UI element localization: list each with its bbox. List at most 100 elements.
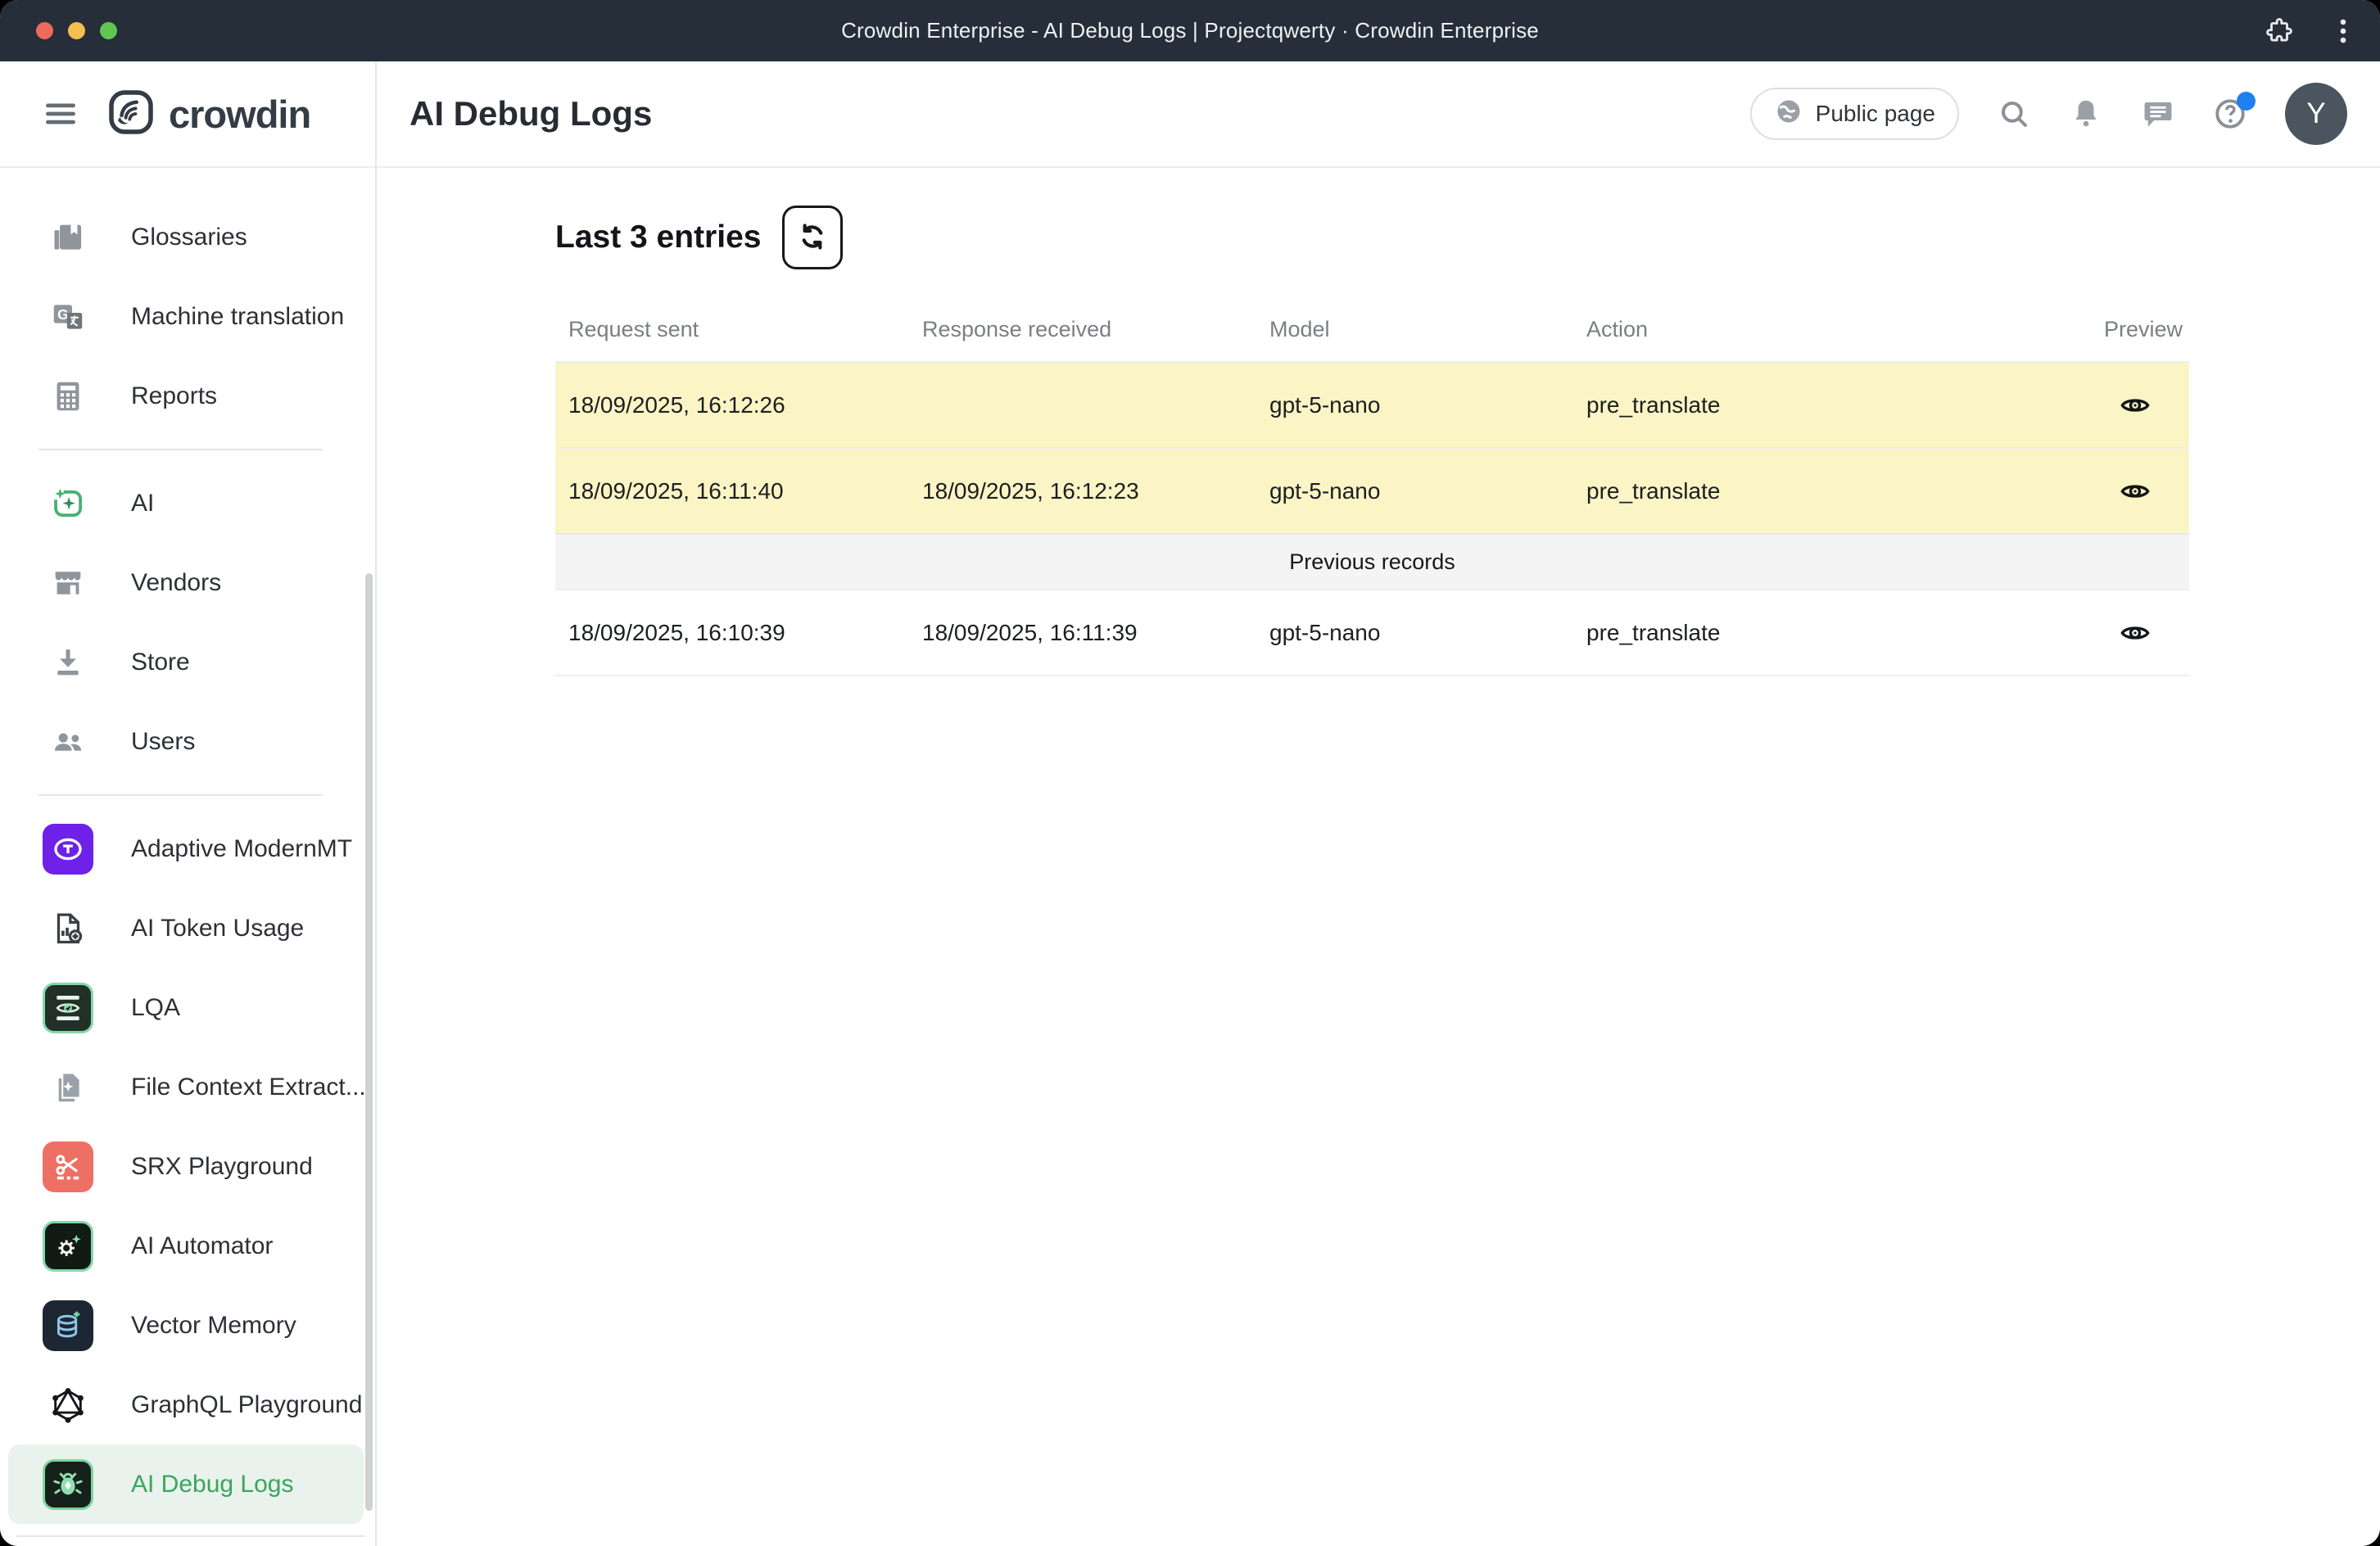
vector-memory-icon (43, 1300, 93, 1351)
sidebar-item-users[interactable]: Users (8, 702, 364, 781)
srx-playground-icon (43, 1141, 93, 1192)
eye-icon (2119, 389, 2152, 422)
svg-text:G: G (57, 305, 68, 322)
crowdin-wordmark: crowdin (169, 92, 310, 137)
sidebar-item-machine-translation[interactable]: G Machine translation (8, 277, 364, 356)
close-window-button[interactable] (36, 22, 53, 39)
zoom-window-button[interactable] (100, 22, 117, 39)
sidebar-item-file-context-extract[interactable]: File Context Extract... (8, 1047, 364, 1127)
cell-request-sent: 18/09/2025, 16:10:39 (555, 620, 909, 646)
browser-menu-kebab-icon[interactable] (2328, 16, 2359, 47)
minimize-window-button[interactable] (68, 22, 85, 39)
cell-request-sent: 18/09/2025, 16:12:26 (555, 392, 909, 418)
cell-model: gpt-5-nano (1256, 478, 1573, 504)
debug-logs-table: Request sentResponse receivedModelAction… (555, 297, 2189, 676)
sidebar-item-vendors[interactable]: Vendors (8, 543, 364, 622)
help-button[interactable] (2213, 97, 2247, 131)
sidebar-item-ai-token-usage[interactable]: AI Token Usage (8, 888, 364, 968)
cell-model: gpt-5-nano (1256, 392, 1573, 418)
cell-action: pre_translate (1573, 620, 2032, 646)
table-bottom-border (555, 675, 2189, 676)
reports-icon (43, 371, 93, 422)
window-controls (36, 0, 117, 61)
messages-button[interactable] (2141, 97, 2175, 131)
browser-tab-title: Crowdin Enterprise - AI Debug Logs | Pro… (841, 18, 1539, 43)
sidebar-item-label: SRX Playground (131, 1153, 313, 1181)
sidebar-item-ai[interactable]: AI (8, 463, 364, 543)
sidebar-scrollbar[interactable] (365, 573, 373, 1511)
sidebar-nav: Glossaries G Machine translation Reports… (0, 168, 375, 1524)
preview-button[interactable] (2119, 617, 2189, 649)
search-button[interactable] (1997, 97, 2031, 131)
table-body: 18/09/2025, 16:12:26 gpt-5-nano pre_tran… (555, 361, 2189, 675)
eye-icon (2119, 617, 2152, 649)
avatar[interactable]: Y (2285, 83, 2347, 145)
sidebar-item-label: File Context Extract... (131, 1074, 366, 1101)
table-row: 18/09/2025, 16:12:26 gpt-5-nano pre_tran… (555, 361, 2189, 447)
file-context-extractor-icon (43, 1062, 93, 1113)
notifications-button[interactable] (2069, 97, 2103, 131)
glossaries-icon (43, 212, 93, 263)
refresh-button[interactable] (782, 206, 843, 269)
help-notification-dot (2237, 92, 2256, 111)
browser-window: Crowdin Enterprise - AI Debug Logs | Pro… (0, 0, 2380, 1546)
extensions-puzzle-icon[interactable] (2264, 16, 2295, 47)
machine-translation-icon: G (43, 292, 93, 342)
ai-token-usage-icon (43, 903, 93, 954)
sidebar-item-store[interactable]: Store (8, 622, 364, 702)
sidebar-item-label: AI Token Usage (131, 915, 304, 943)
sidebar-item-label: Store (131, 649, 190, 676)
sidebar-item-label: Glossaries (131, 224, 247, 251)
cell-response-received: 18/09/2025, 16:12:23 (909, 478, 1256, 504)
table-header-row: Request sentResponse receivedModelAction… (555, 297, 2189, 361)
preview-button[interactable] (2119, 389, 2189, 422)
ai-icon (43, 478, 93, 529)
crowdin-badge-icon (106, 88, 156, 141)
menu-icon[interactable] (43, 96, 88, 132)
eye-icon (2119, 475, 2152, 508)
content: Last 3 entries Request sentResponse rece… (377, 168, 2380, 676)
sidebar-item-label: Reports (131, 382, 217, 410)
public-page-label: Public page (1816, 101, 1935, 127)
sidebar-item-ai-debug-logs[interactable]: AI Debug Logs (8, 1444, 364, 1524)
sidebar-item-label: Vector Memory (131, 1312, 296, 1340)
crowdin-logo[interactable]: crowdin (106, 88, 310, 141)
sidebar-item-label: GraphQL Playground (131, 1391, 362, 1419)
sidebar-divider (38, 449, 323, 450)
sidebar-item-label: Adaptive ModernMT (131, 835, 352, 863)
browser-titlebar: Crowdin Enterprise - AI Debug Logs | Pro… (0, 0, 2380, 61)
table-row: 18/09/2025, 16:10:39 18/09/2025, 16:11:3… (555, 589, 2189, 675)
cell-action: pre_translate (1573, 478, 2032, 504)
preview-button[interactable] (2119, 475, 2189, 508)
sidebar-item-vector-memory[interactable]: Vector Memory (8, 1286, 364, 1365)
sidebar-divider (38, 794, 323, 796)
lqa-icon (43, 983, 93, 1033)
sidebar-item-glossaries[interactable]: Glossaries (8, 197, 364, 277)
vendors-icon (43, 558, 93, 608)
previous-records-button[interactable]: Previous records (555, 533, 2189, 589)
ai-automator-icon (43, 1221, 93, 1272)
entries-heading: Last 3 entries (555, 219, 761, 255)
cell-action: pre_translate (1573, 392, 2032, 418)
public-page-button[interactable]: Public page (1750, 88, 1959, 140)
sidebar-item-graphql-playground[interactable]: GraphQL Playground (8, 1365, 364, 1444)
sidebar-item-reports[interactable]: Reports (8, 356, 364, 436)
cell-response-received: 18/09/2025, 16:11:39 (909, 620, 1256, 646)
ai-debug-logs-icon (43, 1459, 93, 1510)
table-row: 18/09/2025, 16:11:40 18/09/2025, 16:12:2… (555, 447, 2189, 533)
adaptive-modernmt-icon (43, 824, 93, 875)
sidebar-item-adaptive-modernmt[interactable]: Adaptive ModernMT (8, 809, 364, 888)
cell-request-sent: 18/09/2025, 16:11:40 (555, 478, 909, 504)
sidebar-item-ai-automator[interactable]: AI Automator (8, 1206, 364, 1286)
sidebar-item-label: AI Debug Logs (131, 1471, 293, 1499)
refresh-icon (796, 220, 829, 255)
graphql-playground-icon (43, 1380, 93, 1431)
sidebar-header: crowdin (0, 61, 375, 168)
column-header-request-sent: Request sent (555, 317, 909, 342)
sidebar-item-srx-playground[interactable]: SRX Playground (8, 1127, 364, 1206)
store-icon (43, 637, 93, 688)
chat-icon (2141, 97, 2175, 131)
search-icon (1997, 97, 2031, 131)
sidebar: crowdin Glossaries G Machine translation… (0, 61, 377, 1546)
sidebar-item-lqa[interactable]: LQA (8, 968, 364, 1047)
